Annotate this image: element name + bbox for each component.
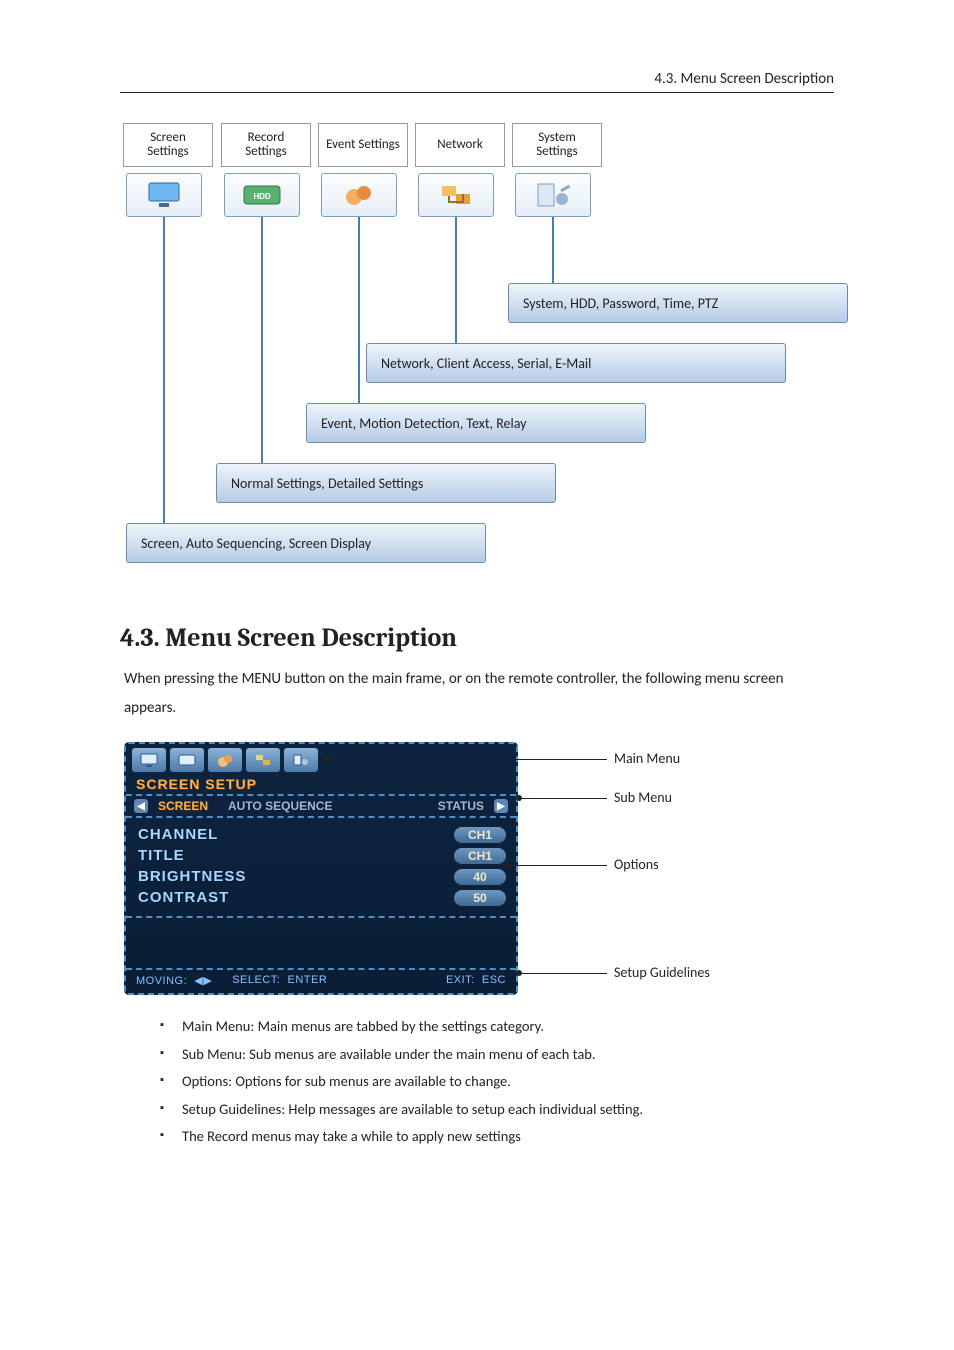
desc-event: Event, Motion Detection, Text, Relay (306, 403, 646, 443)
label-network: Network (415, 123, 505, 167)
dvr-tab-network-icon (246, 748, 280, 772)
opt-row: BRIGHTNESS40 (138, 866, 506, 887)
bullet-list: Main Menu: Main menus are tabbed by the … (160, 1013, 834, 1151)
label-record-settings: Record Settings (221, 123, 311, 167)
dvr-tab-screen-icon (132, 748, 166, 772)
opt-row: CHANNELCH1 (138, 824, 506, 845)
dvr-sub-selected: SCREEN (158, 799, 208, 813)
svg-text:HDD: HDD (253, 191, 270, 202)
dvr-tab-record-icon (170, 748, 204, 772)
opt-row: CONTRAST50 (138, 887, 506, 908)
label-system-settings: System Settings (512, 123, 602, 167)
annot-options: Options (614, 856, 659, 873)
arrow-left-icon: ◀ (134, 799, 148, 813)
network-icon (418, 173, 494, 217)
list-item: Setup Guidelines: Help messages are avai… (160, 1096, 834, 1124)
desc-record: Normal Settings, Detailed Settings (216, 463, 556, 503)
list-item: The Record menus may take a while to app… (160, 1123, 834, 1151)
dvr-title: SCREEN SETUP (126, 774, 516, 794)
screen-settings-icon (126, 173, 202, 217)
annot-main-menu: Main Menu (614, 750, 680, 767)
desc-network: Network, Client Access, Serial, E-Mail (366, 343, 786, 383)
event-settings-icon (321, 173, 397, 217)
running-header: 4.3. Menu Screen Description (120, 70, 834, 93)
dvr-sub-status: STATUS (438, 799, 484, 813)
dvr-menu: SCREEN SETUP ◀ SCREEN AUTO SEQUENCE STAT… (124, 742, 518, 995)
label-event-settings: Event Settings (318, 123, 408, 167)
dvr-guide-row: MOVING: ◀▶ SELECT: ENTER EXIT: ESC (126, 968, 516, 993)
annot-setup-guidelines: Setup Guidelines (614, 964, 710, 981)
list-item: Main Menu: Main menus are tabbed by the … (160, 1013, 834, 1041)
section-intro: When pressing the MENU button on the mai… (124, 665, 834, 722)
arrow-right-icon: ▶ (494, 799, 508, 813)
dvr-submenu-row: ◀ SCREEN AUTO SEQUENCE STATUS ▶ (126, 794, 516, 818)
section-heading: 4.3. Menu Screen Description (120, 623, 834, 653)
list-item: Options: Options for sub menus are avail… (160, 1068, 834, 1096)
dvr-sub-auto: AUTO SEQUENCE (228, 799, 332, 813)
record-settings-icon: HDD (224, 173, 300, 217)
list-item: Sub Menu: Sub menus are available under … (160, 1041, 834, 1069)
dvr-tab-system-icon (284, 748, 318, 772)
dvr-options: CHANNELCH1 TITLECH1 BRIGHTNESS40 CONTRAS… (126, 818, 516, 918)
dvr-tab-event-icon (208, 748, 242, 772)
opt-row: TITLECH1 (138, 845, 506, 866)
desc-system: System, HDD, Password, Time, PTZ (508, 283, 848, 323)
dvr-menu-figure: SCREEN SETUP ◀ SCREEN AUTO SEQUENCE STAT… (124, 742, 844, 995)
annot-sub-menu: Sub Menu (614, 789, 672, 806)
desc-screen: Screen, Auto Sequencing, Screen Display (126, 523, 486, 563)
label-screen-settings: Screen Settings (123, 123, 213, 167)
system-settings-icon (515, 173, 591, 217)
menu-tree-diagram: Screen Settings Record Settings Event Se… (120, 123, 840, 573)
